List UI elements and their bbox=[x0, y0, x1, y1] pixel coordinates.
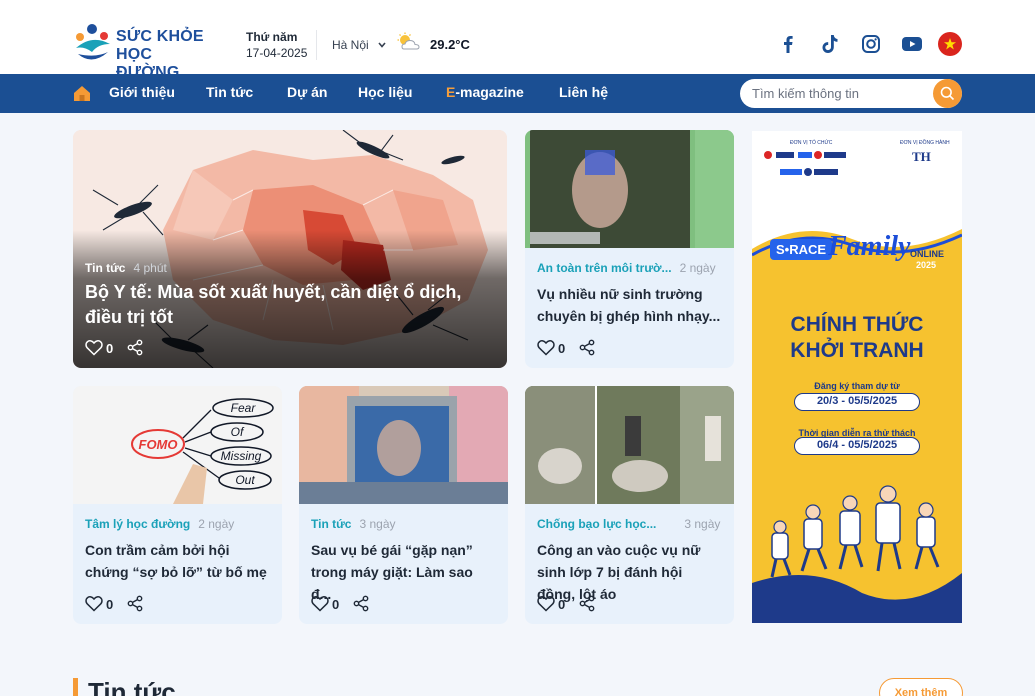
heart-icon[interactable] bbox=[537, 595, 555, 612]
nav-item-du-an[interactable]: Dự án bbox=[287, 84, 327, 100]
runners-illustration-icon bbox=[752, 485, 962, 623]
see-more-button[interactable]: Xem thêm bbox=[879, 678, 963, 696]
card-time: 2 ngày bbox=[679, 261, 716, 275]
like-count: 0 bbox=[106, 341, 114, 356]
share-icon[interactable] bbox=[127, 339, 143, 356]
weekday-label: Thứ năm bbox=[246, 30, 298, 44]
card-meta: Tin tức 3 ngày bbox=[311, 517, 396, 531]
article-thumbnail: FOMO Fear Of Missing Out bbox=[73, 386, 282, 504]
heart-icon[interactable] bbox=[85, 595, 103, 612]
ad-online-label: ONLINE bbox=[910, 249, 945, 259]
hero-category[interactable]: Tin tức bbox=[85, 261, 125, 275]
search-input[interactable] bbox=[752, 85, 927, 102]
fomo-word: Of bbox=[231, 425, 245, 439]
heart-icon[interactable] bbox=[537, 339, 555, 356]
city-selector[interactable]: Hà Nội bbox=[332, 38, 369, 52]
ad-headline-line2: KHỞI TRANH bbox=[790, 339, 924, 362]
sponsor-logos-icon bbox=[764, 151, 846, 176]
share-icon[interactable] bbox=[127, 595, 143, 612]
search-box bbox=[740, 79, 962, 108]
nav-item-lien-he[interactable]: Liên hệ bbox=[559, 84, 608, 100]
nav-item-e-magazine[interactable]: E-magazine bbox=[446, 84, 524, 100]
temperature-value: 29.2°C bbox=[430, 37, 470, 52]
hero-time: 4 phút bbox=[133, 261, 167, 275]
date-display: Thứ năm 17-04-2025 bbox=[246, 30, 307, 60]
heart-icon[interactable] bbox=[311, 595, 329, 612]
like-count: 0 bbox=[332, 597, 340, 612]
instagram-icon[interactable] bbox=[859, 32, 883, 56]
article-thumbnail bbox=[299, 386, 508, 504]
youtube-icon[interactable] bbox=[900, 32, 924, 56]
like-count: 0 bbox=[106, 597, 114, 612]
article-thumbnail bbox=[525, 130, 734, 248]
date-value: 17-04-2025 bbox=[246, 46, 308, 60]
tiktok-icon[interactable] bbox=[817, 32, 841, 56]
ad-year-label: 2025 bbox=[916, 260, 937, 270]
ad-organizer-label: ĐƠN VỊ TỔ CHỨC bbox=[790, 140, 833, 146]
partly-cloudy-icon bbox=[397, 32, 420, 50]
header-divider bbox=[316, 30, 317, 60]
nav-item-tin-tuc[interactable]: Tin tức bbox=[206, 84, 253, 100]
ad-register-label: Đăng ký tham dự từ bbox=[814, 381, 900, 391]
card-title[interactable]: Công an vào cuộc vụ nữ sinh lớp 7 bị đán… bbox=[537, 539, 722, 605]
card-time: 2 ngày bbox=[198, 517, 235, 531]
share-icon[interactable] bbox=[579, 339, 595, 356]
article-card[interactable]: An toàn trên môi trườ... 2 ngày Vụ nhiều … bbox=[525, 130, 734, 368]
card-time: 3 ngày bbox=[684, 517, 721, 531]
card-category[interactable]: Chống bạo lực học... bbox=[537, 517, 656, 531]
logo-mark-icon bbox=[76, 24, 110, 60]
search-icon bbox=[940, 86, 955, 101]
card-title[interactable]: Sau vụ bé gái “gặp nạn” trong máy giặt: … bbox=[311, 539, 496, 605]
card-category[interactable]: Tin tức bbox=[311, 517, 351, 531]
srace-ad-banner[interactable]: ĐƠN VỊ TỔ CHỨC ĐƠN VỊ ĐỒNG HÀNH TH S•RAC… bbox=[752, 131, 962, 623]
like-count: 0 bbox=[558, 341, 566, 356]
card-title[interactable]: Con trầm cảm bởi hội chứng “sợ bỏ lỡ” từ… bbox=[85, 539, 270, 583]
logo-text-line1: SỨC KHỎE bbox=[116, 28, 204, 45]
home-icon[interactable] bbox=[73, 85, 91, 102]
fomo-word: Missing bbox=[221, 449, 262, 463]
nav-item-hoc-lieu[interactable]: Học liệu bbox=[358, 84, 412, 100]
ad-brand-label: S•RACE bbox=[770, 239, 833, 260]
like-count: 0 bbox=[558, 597, 566, 612]
emag-label: -magazine bbox=[455, 84, 524, 100]
ad-partner-label: ĐƠN VỊ ĐỒNG HÀNH bbox=[900, 140, 950, 146]
ad-headline-line1: CHÍNH THỨC bbox=[790, 313, 924, 336]
facebook-icon[interactable] bbox=[776, 32, 800, 56]
heart-icon[interactable] bbox=[85, 339, 103, 356]
card-meta: An toàn trên môi trườ... 2 ngày bbox=[537, 261, 716, 275]
ad-challenge-dates: 06/4 - 05/5/2025 bbox=[794, 437, 920, 455]
card-category[interactable]: An toàn trên môi trườ... bbox=[537, 261, 672, 275]
hero-meta: Tin tức 4 phút bbox=[85, 261, 167, 275]
fomo-word: Out bbox=[235, 473, 255, 487]
hero-title[interactable]: Bộ Y tế: Mùa sốt xuất huyết, cần diệt ổ … bbox=[85, 280, 495, 330]
card-title[interactable]: Vụ nhiều nữ sinh trường chuyên bị ghép h… bbox=[537, 283, 722, 327]
card-category[interactable]: Tâm lý học đường bbox=[85, 517, 190, 531]
vietnam-flag-icon[interactable] bbox=[938, 32, 962, 56]
search-button[interactable] bbox=[933, 79, 962, 108]
ad-register-dates: 20/3 - 05/5/2025 bbox=[794, 393, 920, 411]
emag-prefix: E bbox=[446, 84, 456, 100]
section-accent-bar bbox=[73, 678, 78, 696]
card-meta: Chống bạo lực học... 3 ngày bbox=[537, 517, 720, 531]
fomo-word: Fear bbox=[231, 401, 257, 415]
ad-family-label: Family bbox=[828, 231, 911, 262]
site-logo[interactable]: SỨC KHỎE HỌC ĐƯỜNG bbox=[72, 20, 212, 81]
ad-th-logo: TH bbox=[912, 149, 931, 164]
article-card[interactable]: Chống bạo lực học... 3 ngày Công an vào c… bbox=[525, 386, 734, 624]
article-thumbnail bbox=[525, 386, 734, 504]
share-icon[interactable] bbox=[353, 595, 369, 612]
card-time: 3 ngày bbox=[359, 517, 396, 531]
featured-article-card[interactable]: Tin tức 4 phút Bộ Y tế: Mùa sốt xuất huyế… bbox=[73, 130, 507, 368]
article-card[interactable]: Tin tức 3 ngày Sau vụ bé gái “gặp nạn” tr… bbox=[299, 386, 508, 624]
fomo-word: FOMO bbox=[139, 437, 178, 452]
card-meta: Tâm lý học đường 2 ngày bbox=[85, 517, 234, 531]
section-title: Tin tức bbox=[88, 677, 176, 696]
article-card[interactable]: FOMO Fear Of Missing Out Tâm lý học đườn… bbox=[73, 386, 282, 624]
share-icon[interactable] bbox=[579, 595, 595, 612]
chevron-down-icon[interactable] bbox=[377, 40, 387, 50]
nav-item-gioi-thieu[interactable]: Giới thiệu bbox=[109, 84, 175, 100]
